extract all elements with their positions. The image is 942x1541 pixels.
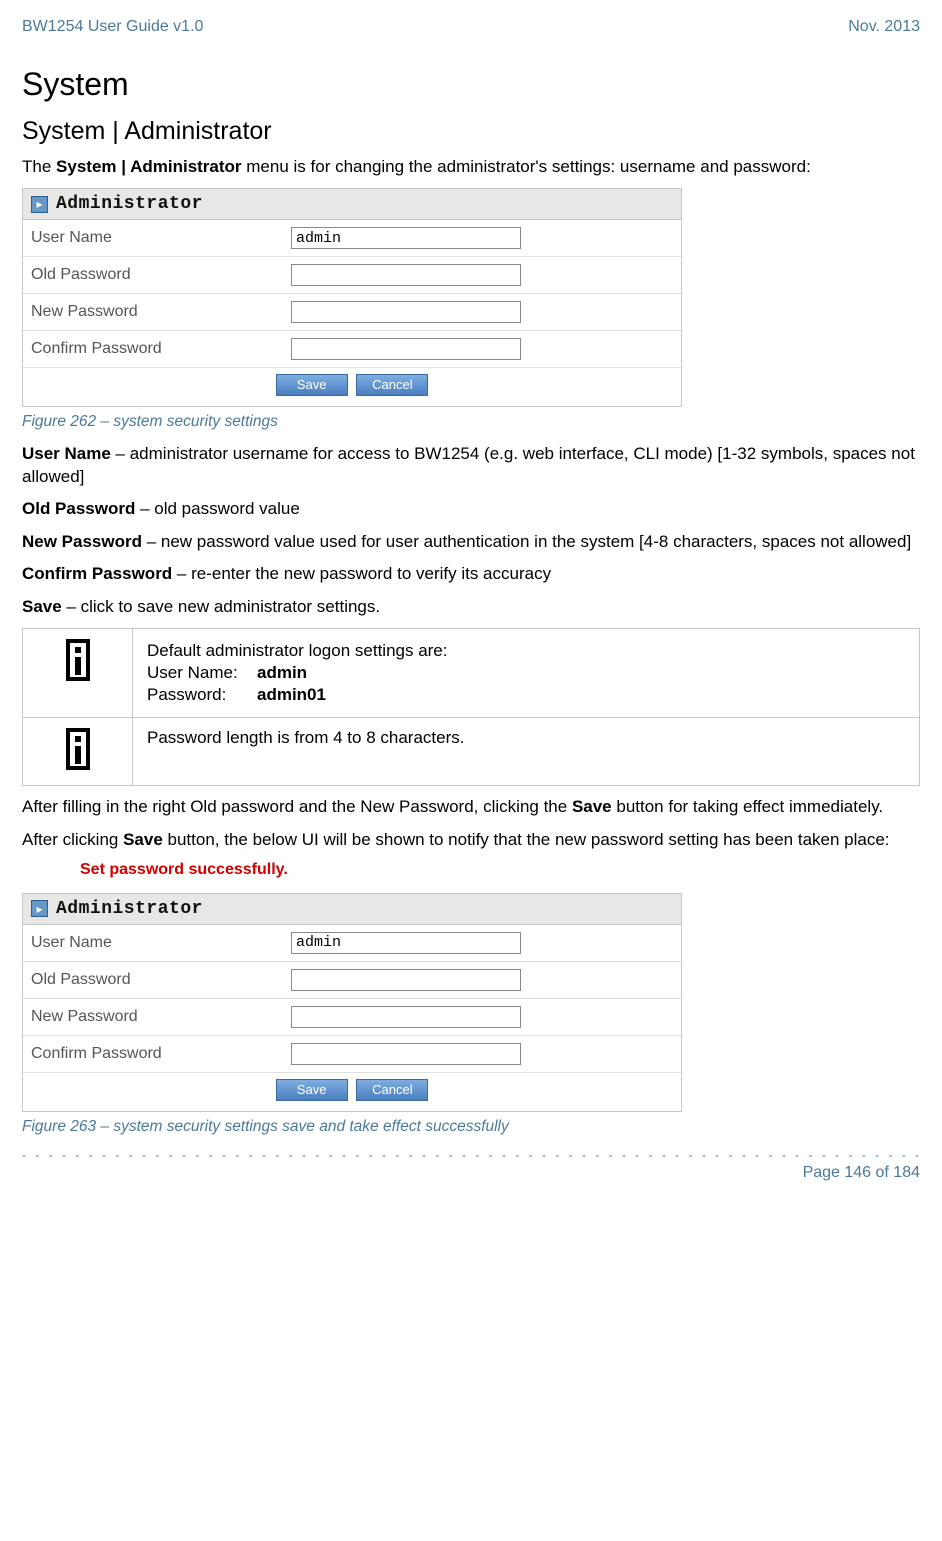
new-password-input[interactable]	[291, 1006, 521, 1028]
after-save-paragraph-2: After clicking Save button, the below UI…	[22, 829, 920, 851]
row-new-password: New Password	[23, 999, 681, 1036]
label-confirm-password: Confirm Password	[31, 1045, 291, 1063]
info-password-length: Password length is from 4 to 8 character…	[133, 718, 920, 786]
figure-262-caption: Figure 262 – system security settings	[22, 413, 920, 431]
admin-panel-figure-262: ▸ Administrator User Name Old Password N…	[22, 188, 682, 407]
old-password-input[interactable]	[291, 969, 521, 991]
info-row-length: Password length is from 4 to 8 character…	[23, 718, 920, 786]
cancel-button[interactable]: Cancel	[356, 374, 428, 396]
username-input[interactable]	[291, 227, 521, 249]
info-row-defaults: Default administrator logon settings are…	[23, 629, 920, 718]
username-input[interactable]	[291, 932, 521, 954]
row-confirm-password: Confirm Password	[23, 331, 681, 368]
collapse-icon[interactable]: ▸	[31, 900, 48, 917]
info-icon	[66, 728, 90, 770]
doc-title: BW1254 User Guide v1.0	[22, 18, 203, 36]
save-button[interactable]: Save	[276, 374, 348, 396]
success-message: Set password successfully.	[22, 861, 920, 893]
def-confirm-password: Confirm Password – re-enter the new pass…	[22, 563, 920, 585]
old-password-input[interactable]	[291, 264, 521, 286]
panel-header: ▸ Administrator	[23, 189, 681, 220]
panel-header: ▸ Administrator	[23, 894, 681, 925]
row-username: User Name	[23, 925, 681, 962]
label-username: User Name	[31, 934, 291, 952]
row-old-password: Old Password	[23, 962, 681, 999]
info-default-username: User Name:admin	[147, 663, 905, 683]
button-row: Save Cancel	[23, 1073, 681, 1111]
new-password-input[interactable]	[291, 301, 521, 323]
confirm-password-input[interactable]	[291, 1043, 521, 1065]
row-new-password: New Password	[23, 294, 681, 331]
info-default-password: Password:admin01	[147, 685, 905, 705]
page-number: Page 146 of 184	[22, 1164, 920, 1182]
def-old-password: Old Password – old password value	[22, 498, 920, 520]
heading-administrator: System | Administrator	[22, 117, 920, 146]
panel-title: Administrator	[56, 899, 203, 919]
info-defaults-text: Default administrator logon settings are…	[147, 641, 905, 661]
row-username: User Name	[23, 220, 681, 257]
save-button[interactable]: Save	[276, 1079, 348, 1101]
def-username: User Name – administrator username for a…	[22, 443, 920, 488]
intro-paragraph: The System | Administrator menu is for c…	[22, 156, 920, 178]
button-row: Save Cancel	[23, 368, 681, 406]
panel-title: Administrator	[56, 194, 203, 214]
def-save: Save – click to save new administrator s…	[22, 596, 920, 618]
info-table: Default administrator logon settings are…	[22, 628, 920, 786]
label-new-password: New Password	[31, 1008, 291, 1026]
after-save-paragraph-1: After filling in the right Old password …	[22, 796, 920, 818]
label-confirm-password: Confirm Password	[31, 340, 291, 358]
page-header: BW1254 User Guide v1.0 Nov. 2013	[22, 18, 920, 36]
heading-system: System	[22, 66, 920, 103]
info-icon	[66, 639, 90, 681]
doc-date: Nov. 2013	[848, 18, 920, 36]
def-new-password: New Password – new password value used f…	[22, 531, 920, 553]
confirm-password-input[interactable]	[291, 338, 521, 360]
cancel-button[interactable]: Cancel	[356, 1079, 428, 1101]
label-old-password: Old Password	[31, 971, 291, 989]
label-username: User Name	[31, 229, 291, 247]
row-confirm-password: Confirm Password	[23, 1036, 681, 1073]
label-new-password: New Password	[31, 303, 291, 321]
admin-panel-figure-263: ▸ Administrator User Name Old Password N…	[22, 893, 682, 1112]
label-old-password: Old Password	[31, 266, 291, 284]
row-old-password: Old Password	[23, 257, 681, 294]
footer-separator: - - - - - - - - - - - - - - - - - - - - …	[22, 1148, 920, 1162]
figure-263-caption: Figure 263 – system security settings sa…	[22, 1118, 920, 1136]
collapse-icon[interactable]: ▸	[31, 196, 48, 213]
